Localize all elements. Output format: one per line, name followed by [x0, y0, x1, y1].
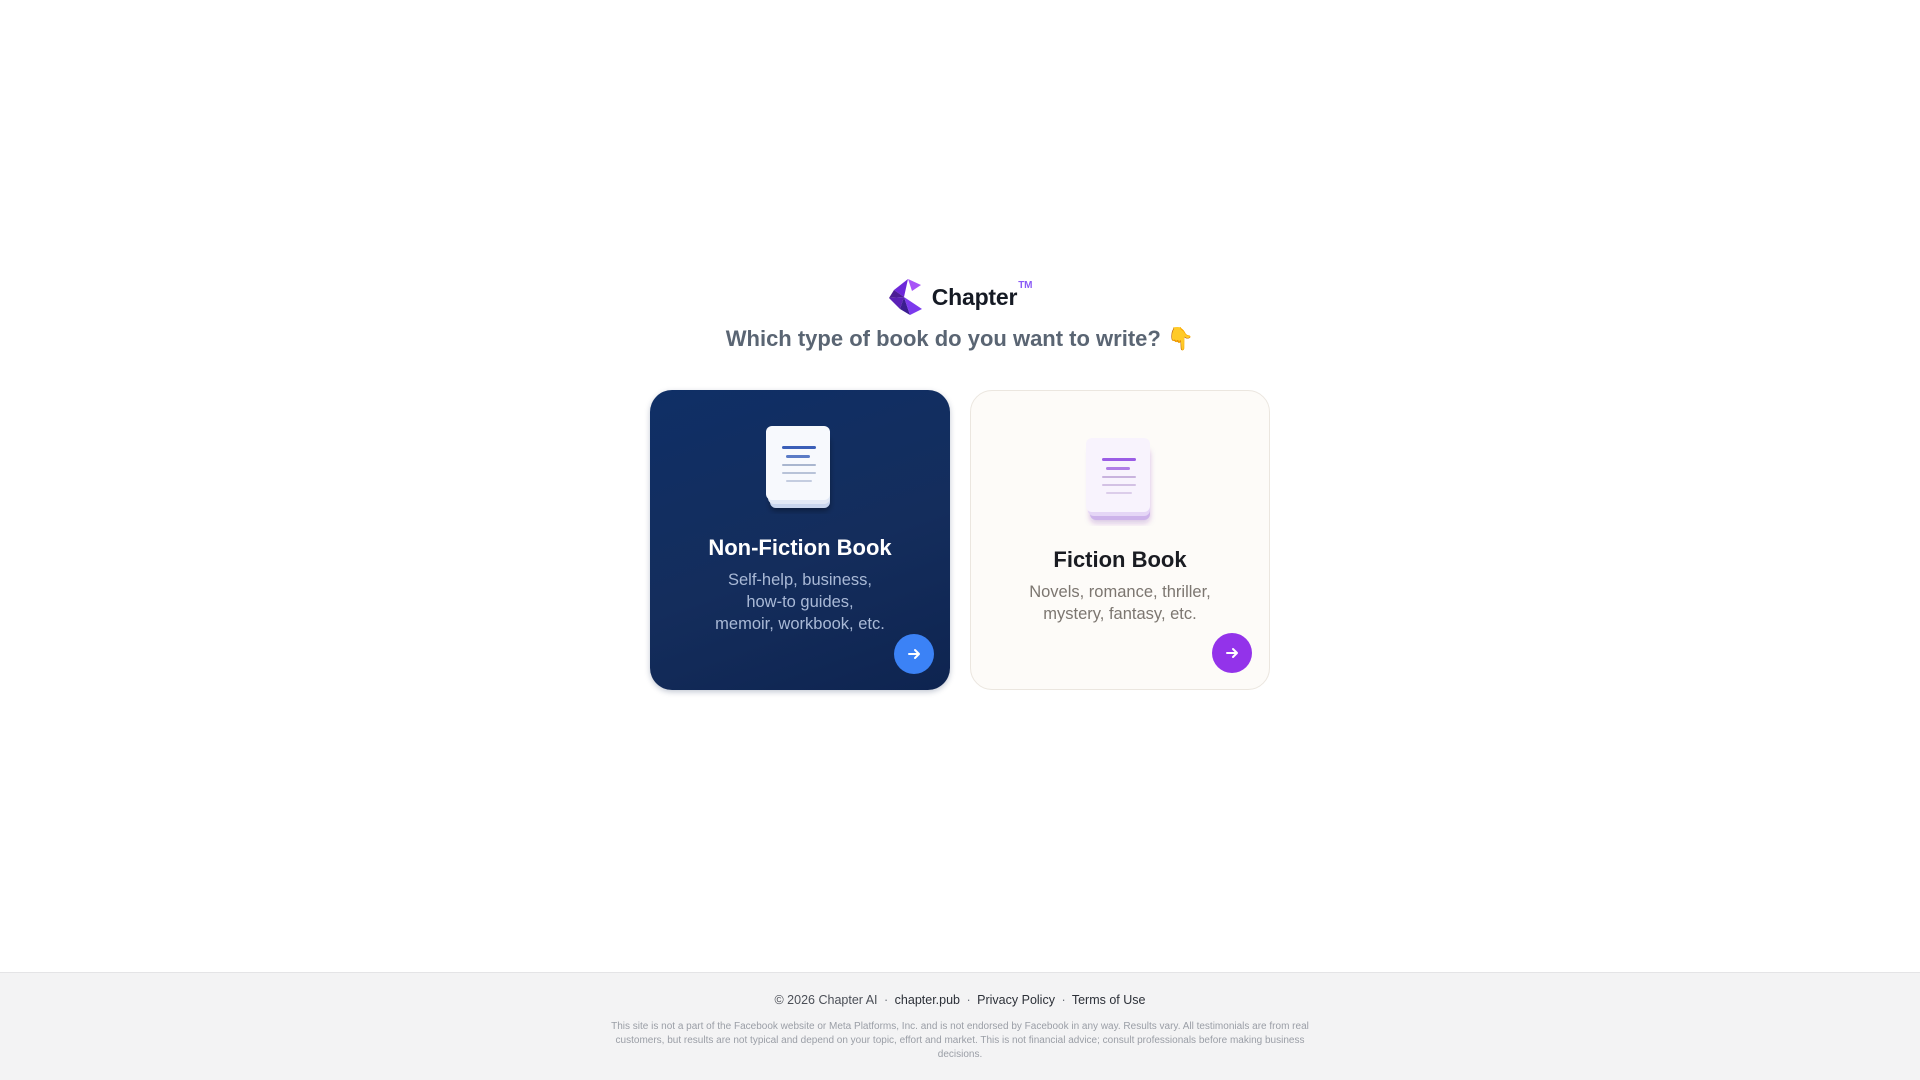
non-fiction-description: Self-help, business, how-to guides, memo… — [700, 569, 900, 635]
arrow-right-icon — [908, 649, 920, 659]
book-type-page: ChapterTM Which type of book do you want… — [0, 0, 1920, 1080]
footer-disclaimer: This site is not a part of the Facebook … — [611, 1021, 1309, 1060]
brand-name: ChapterTM — [931, 280, 1033, 311]
footer-links: © 2026 Chapter AI · chapter.pub · Privac… — [0, 993, 1920, 1007]
description-line: Self-help, business, — [728, 571, 872, 589]
fiction-description: Novels, romance, thriller, mystery, fant… — [1015, 581, 1225, 625]
description-line: Novels, romance, thriller, — [1029, 583, 1211, 601]
non-fiction-next-button[interactable] — [894, 634, 934, 674]
page-footer: © 2026 Chapter AI · chapter.pub · Privac… — [0, 972, 1920, 1080]
pointing-down-emoji-icon: 👇 — [1166, 326, 1195, 351]
brand-name-text: Chapter — [931, 283, 1018, 310]
footer-separator: · — [884, 993, 889, 1007]
terms-of-use-link[interactable]: Terms of Use — [1072, 993, 1146, 1007]
description-line: how-to guides, — [746, 593, 854, 611]
fiction-card[interactable]: Fiction Book Novels, romance, thriller, … — [970, 390, 1270, 690]
footer-separator: · — [966, 993, 971, 1007]
chapter-logo-icon — [888, 279, 922, 315]
copyright-text: © 2026 Chapter AI — [774, 993, 878, 1007]
privacy-policy-link[interactable]: Privacy Policy — [977, 993, 1055, 1007]
page-question: Which type of book do you want to write?… — [0, 326, 1920, 352]
brand-trademark: TM — [1018, 279, 1033, 291]
chapter-pub-link[interactable]: chapter.pub — [895, 993, 960, 1007]
non-fiction-title: Non-Fiction Book — [708, 535, 892, 560]
question-text: Which type of book do you want to write? — [725, 326, 1161, 351]
footer-separator: · — [1061, 993, 1066, 1007]
document-stack-icon — [1086, 438, 1150, 520]
description-line: memoir, workbook, etc. — [715, 615, 885, 633]
brand-header: ChapterTM — [0, 278, 1920, 316]
brand-logo-link[interactable]: ChapterTM — [888, 278, 1033, 316]
arrow-right-icon — [1226, 648, 1238, 658]
non-fiction-card[interactable]: Non-Fiction Book Self-help, business, ho… — [650, 390, 950, 690]
fiction-title: Fiction Book — [1053, 547, 1187, 572]
book-type-options: Non-Fiction Book Self-help, business, ho… — [650, 390, 1270, 690]
description-line: mystery, fantasy, etc. — [1043, 605, 1197, 623]
fiction-next-button[interactable] — [1212, 633, 1252, 673]
document-stack-icon — [766, 426, 830, 508]
